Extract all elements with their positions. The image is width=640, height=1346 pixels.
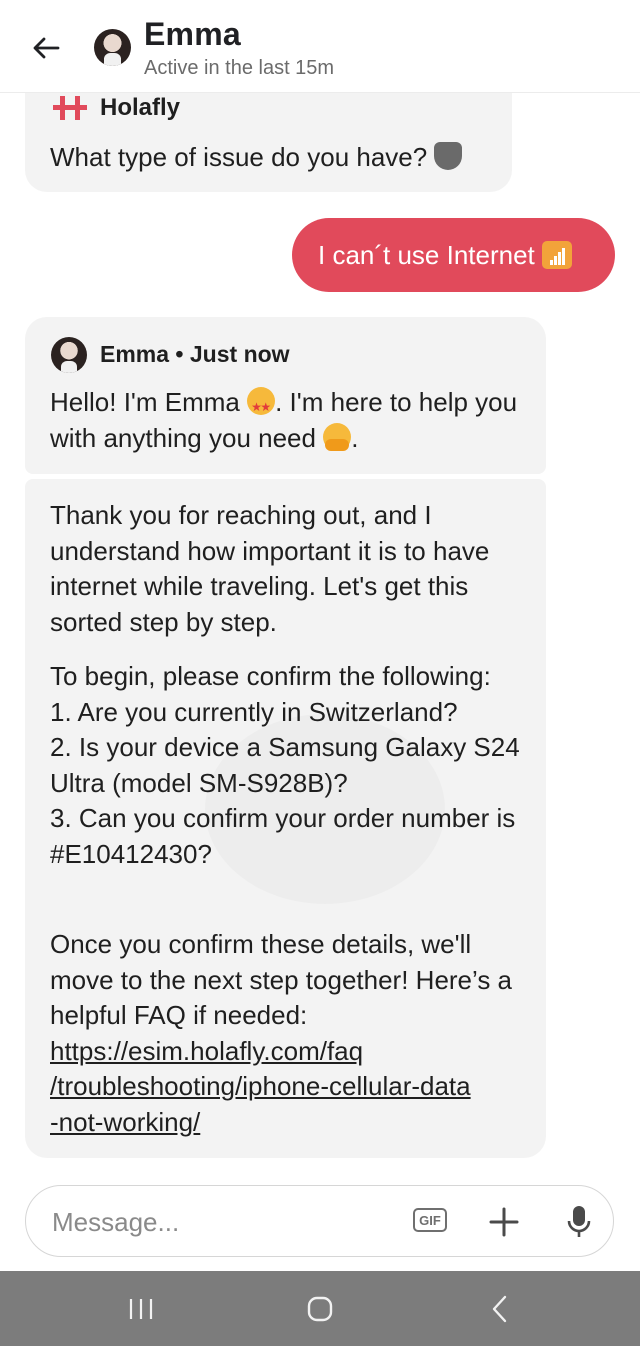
question-1: 1. Are you currently in Switzerland? [50, 696, 458, 727]
signal-bars-emoji-icon [542, 241, 573, 269]
recents-icon [129, 1299, 153, 1319]
contact-avatar[interactable] [94, 29, 131, 66]
message-input[interactable] [50, 1200, 394, 1244]
gif-icon[interactable]: GIF [413, 1208, 447, 1232]
faq-link[interactable]: https://esim.holafly.com/faq /troublesho… [50, 1034, 530, 1141]
android-nav-bar [0, 1271, 640, 1346]
microphone-icon[interactable] [566, 1204, 592, 1240]
user-message-bubble: I can´t use Internet [292, 218, 615, 292]
holafly-logo-icon [53, 96, 87, 120]
emma-greeting-bubble: Emma • Just now Hello! I'm Emma . I'm he… [25, 317, 546, 474]
home-icon [307, 1296, 333, 1322]
reply-paragraph-3: Once you confirm these details, we'll mo… [50, 927, 530, 1140]
confirm-intro: To begin, please confirm the following: [50, 661, 491, 691]
faq-intro: Once you confirm these details, we'll mo… [50, 929, 513, 1030]
contact-status: Active in the last 15m [144, 57, 335, 79]
holafly-message-bubble: Holafly What type of issue do you have? [25, 82, 512, 192]
faq-link-line-1[interactable]: https://esim.holafly.com/faq [50, 1034, 530, 1070]
chat-header: Emma Active in the last 15m [0, 0, 640, 93]
holafly-question: What type of issue do you have? [50, 142, 428, 172]
hugging-face-emoji-icon [323, 422, 352, 451]
brand-name: Holafly [100, 94, 181, 121]
agent-avatar [51, 337, 87, 373]
nav-back-button[interactable] [480, 1291, 520, 1327]
question-3: 3. Can you confirm your order number is … [50, 803, 516, 869]
reply-paragraph-2: To begin, please confirm the following: … [50, 659, 530, 872]
holafly-question-text: What type of issue do you have? [50, 140, 463, 176]
nav-home-button[interactable] [300, 1291, 340, 1327]
reply-paragraph-1: Thank you for reaching out, and I unders… [50, 500, 490, 637]
question-2: 2. Is your device a Samsung Galaxy S24 U… [50, 732, 520, 798]
faq-link-line-2[interactable]: /troubleshooting/iphone-cellular-data [50, 1069, 530, 1105]
nav-recents-button[interactable] [121, 1291, 161, 1327]
message-composer: GIF [25, 1185, 614, 1257]
plus-icon[interactable] [488, 1206, 520, 1238]
detective-emoji-icon [434, 142, 463, 170]
back-button[interactable] [28, 28, 64, 68]
greeting-text: Hello! I'm Emma . I'm here to help you w… [50, 385, 530, 456]
user-message-text: I can´t use Internet [318, 239, 535, 270]
message-time: Just now [189, 341, 290, 367]
sender-name: Emma [100, 341, 170, 367]
arrow-left-icon [33, 37, 60, 59]
star-struck-emoji-icon [247, 387, 276, 426]
faq-link-line-3[interactable]: -not-working/ [50, 1105, 530, 1141]
chevron-left-icon [492, 1295, 507, 1323]
contact-name[interactable]: Emma [144, 16, 241, 53]
greeting-part-1: Hello! I'm Emma [50, 387, 248, 417]
emma-reply-bubble: Thank you for reaching out, and I unders… [25, 479, 546, 1158]
greeting-part-3: . [351, 422, 359, 453]
sender-line: Emma • Just now [100, 341, 290, 367]
